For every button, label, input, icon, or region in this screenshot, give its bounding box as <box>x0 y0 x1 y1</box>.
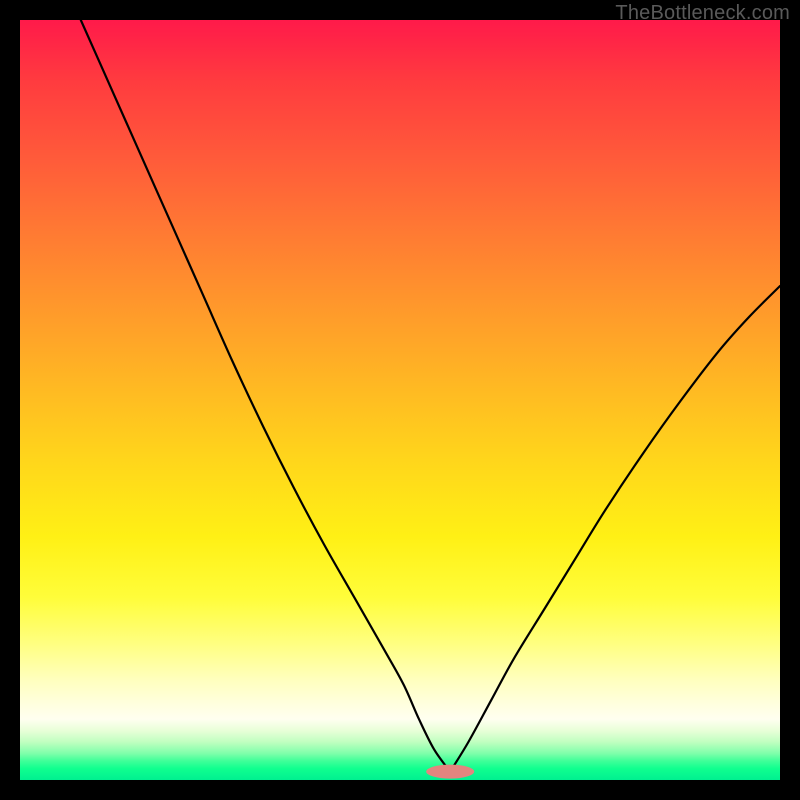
curve-overlay <box>20 20 780 780</box>
chart-frame: TheBottleneck.com <box>0 0 800 800</box>
curve-left-branch <box>81 20 450 772</box>
bottleneck-marker <box>426 765 474 779</box>
gradient-plot-area <box>20 20 780 780</box>
curve-right-branch <box>450 286 780 772</box>
